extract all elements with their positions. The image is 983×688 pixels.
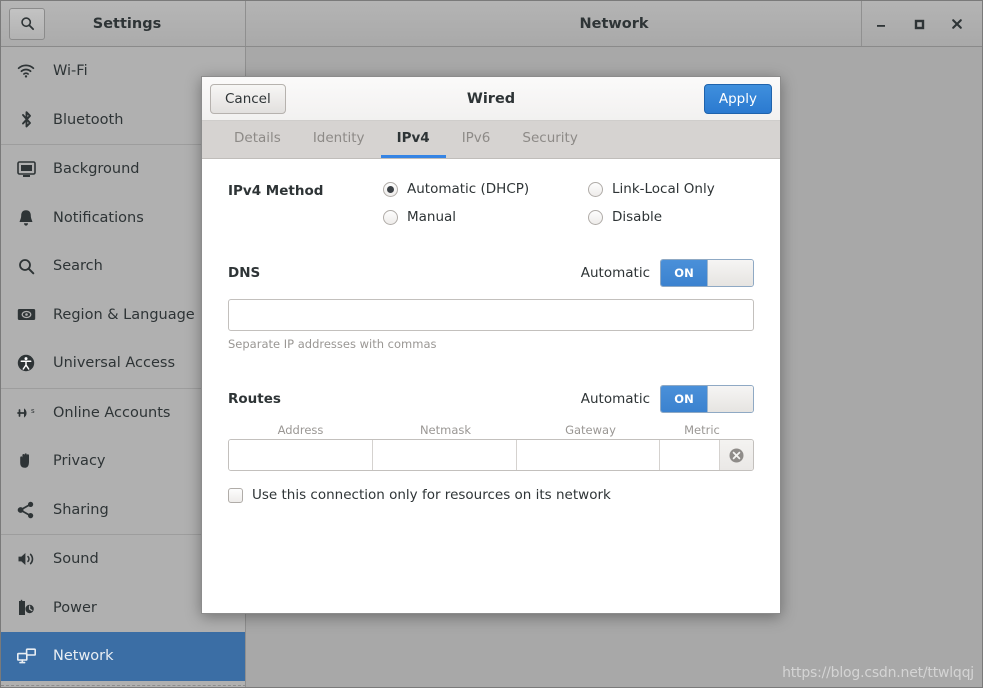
dns-automatic-toggle[interactable]: ON [660, 259, 754, 287]
titlebar-panel-section: Network [246, 1, 982, 46]
region-language-icon [15, 307, 37, 322]
search-icon [15, 258, 37, 275]
wifi-icon [15, 64, 37, 78]
screen: Settings Network Wi-Fi Bluetooth Backgro… [0, 0, 983, 688]
route-delete-button[interactable] [720, 440, 753, 470]
route-metric-cell[interactable] [660, 440, 720, 470]
sidebar-bottom-divider [1, 685, 245, 687]
radio-link-local-only[interactable]: Link-Local Only [588, 181, 754, 197]
delete-circle-icon [729, 448, 744, 462]
page-title: Network [579, 15, 649, 32]
dns-hint: Separate IP addresses with commas [228, 337, 437, 351]
sidebar-item-label: Universal Access [53, 355, 176, 372]
sidebar-item-label: Background [53, 161, 140, 178]
tab-identity[interactable]: Identity [297, 121, 381, 158]
tab-details[interactable]: Details [218, 121, 297, 158]
column-header-netmask: Netmask [419, 423, 472, 437]
ipv4-method-section: IPv4 Method Automatic (DHCP) Link-Local … [228, 181, 754, 225]
sidebar-item-label: Region & Language [53, 306, 195, 323]
restrict-connection-checkbox[interactable] [228, 487, 243, 503]
toggle-knob [707, 386, 753, 412]
dns-section-header: DNS Automatic ON [228, 259, 754, 287]
routes-row [228, 439, 754, 471]
search-button[interactable] [9, 7, 45, 40]
tab-ipv6[interactable]: IPv6 [446, 121, 507, 158]
sidebar-item-label: Online Accounts [53, 404, 171, 421]
sidebar-item-label: Notifications [53, 209, 144, 226]
radio-indicator [588, 209, 603, 225]
universal-access-icon [15, 354, 37, 372]
column-header-address: Address [277, 423, 324, 437]
titlebar-sidebar-section: Settings [1, 1, 246, 46]
route-address-input[interactable] [229, 440, 372, 470]
sidebar-item-network[interactable]: Network [1, 632, 245, 681]
background-icon [15, 160, 37, 178]
column-header-gateway: Gateway [565, 423, 616, 437]
sidebar-item-label: Search [53, 258, 103, 275]
sidebar-item-label: Network [53, 648, 114, 665]
routes-column-headers: Address Netmask Gateway Metric [228, 423, 754, 437]
sidebar-item-label: Sound [53, 551, 99, 568]
route-gateway-input[interactable] [516, 440, 660, 470]
title-bar: Settings Network [1, 1, 982, 47]
svg-text:s: s [31, 407, 35, 415]
routes-automatic-label: Automatic [580, 391, 650, 407]
radio-indicator [383, 181, 398, 197]
sidebar-item-label: Privacy [53, 453, 106, 470]
ipv4-settings-panel: IPv4 Method Automatic (DHCP) Link-Local … [202, 159, 780, 613]
route-metric-input[interactable] [660, 440, 719, 470]
settings-title: Settings [92, 15, 162, 32]
toggle-on-label: ON [661, 260, 707, 286]
sidebar-item-label: Power [53, 599, 97, 616]
radio-automatic-dhcp[interactable]: Automatic (DHCP) [383, 181, 588, 197]
wired-connection-dialog: Cancel Wired Apply Details Identity IPv4… [201, 76, 781, 614]
dialog-title: Wired [466, 90, 516, 107]
route-netmask-cell[interactable] [372, 440, 517, 470]
radio-manual[interactable]: Manual [383, 209, 588, 225]
speaker-icon [15, 551, 37, 567]
bell-icon [15, 209, 37, 227]
route-address-cell[interactable] [229, 440, 373, 470]
online-accounts-icon: s [15, 405, 37, 421]
column-header-metric: Metric [684, 423, 720, 437]
toggle-knob [707, 260, 753, 286]
hand-icon [15, 452, 37, 470]
route-gateway-cell[interactable] [516, 440, 661, 470]
route-netmask-input[interactable] [372, 440, 516, 470]
apply-button[interactable]: Apply [703, 83, 772, 114]
search-icon [20, 17, 34, 31]
restrict-connection-label: Use this connection only for resources o… [252, 487, 611, 503]
network-icon [15, 648, 37, 664]
tab-security[interactable]: Security [506, 121, 593, 158]
ipv4-method-label: IPv4 Method [228, 183, 324, 199]
radio-disable[interactable]: Disable [588, 209, 754, 225]
dialog-header: Cancel Wired Apply [202, 77, 780, 121]
dns-label: DNS [228, 265, 261, 281]
dns-input[interactable] [228, 299, 754, 331]
toggle-on-label: ON [661, 386, 707, 412]
radio-label: Link-Local Only [612, 181, 715, 197]
sidebar-item-label: Wi-Fi [53, 63, 88, 80]
cancel-button[interactable]: Cancel [210, 83, 286, 114]
radio-label: Disable [612, 209, 663, 225]
radio-indicator [588, 181, 603, 197]
dialog-tabs: Details Identity IPv4 IPv6 Security [202, 121, 780, 159]
watermark: https://blog.csdn.net/ttwlqqj [782, 665, 974, 681]
share-icon [15, 501, 37, 519]
routes-section-header: Routes Automatic ON [228, 385, 754, 413]
radio-indicator [383, 209, 398, 225]
power-plug-icon [15, 599, 37, 617]
routes-label: Routes [228, 391, 281, 407]
sidebar-item-label: Sharing [53, 501, 109, 518]
radio-label: Manual [407, 209, 457, 225]
dns-automatic-label: Automatic [580, 265, 650, 281]
tab-ipv4[interactable]: IPv4 [380, 121, 446, 158]
restrict-connection-checkbox-row[interactable]: Use this connection only for resources o… [228, 487, 754, 503]
sidebar-item-label: Bluetooth [53, 111, 124, 128]
bluetooth-icon [15, 110, 37, 129]
routes-automatic-toggle[interactable]: ON [660, 385, 754, 413]
radio-label: Automatic (DHCP) [407, 181, 530, 197]
ipv4-method-options: Automatic (DHCP) Link-Local Only Manual … [383, 181, 754, 225]
